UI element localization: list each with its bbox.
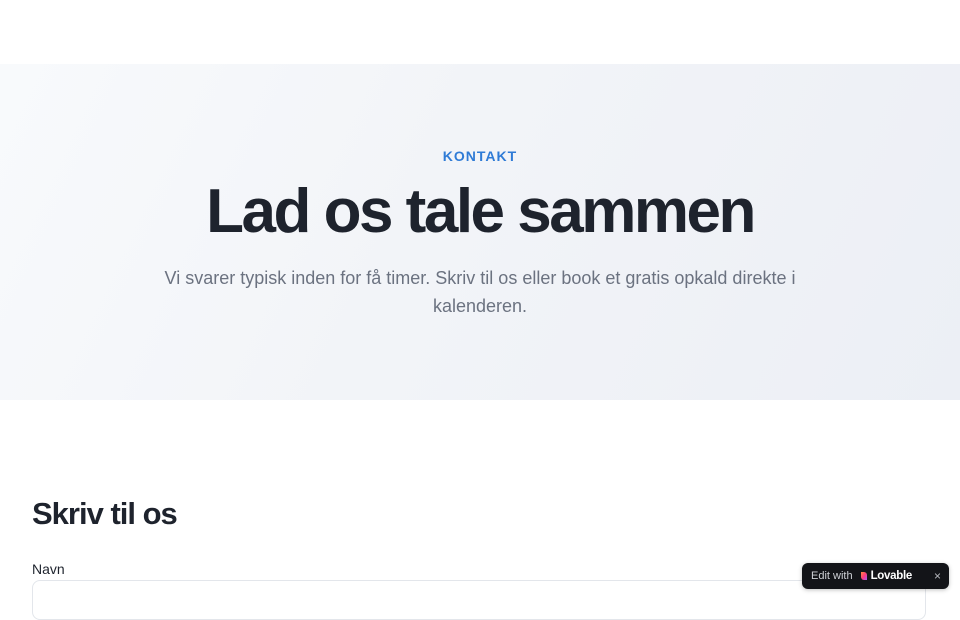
edit-with-lovable-badge[interactable]: Edit with Lovable × [802,563,949,589]
hero-subtitle: Vi svarer typisk inden for få timer. Skr… [164,268,796,316]
close-icon[interactable]: × [934,570,941,582]
hero-eyebrow: KONTAKT [442,148,518,164]
lovable-heart-icon [860,572,867,580]
badge-brand-label: Lovable [870,570,913,582]
contact-form-title: Skriv til os [32,496,178,531]
name-field-label: Navn [32,561,65,577]
top-navbar [0,0,960,64]
name-field[interactable] [32,580,926,620]
hero-title: Lad os tale sammen [206,177,756,246]
badge-prefix-label: Edit with [811,570,853,582]
